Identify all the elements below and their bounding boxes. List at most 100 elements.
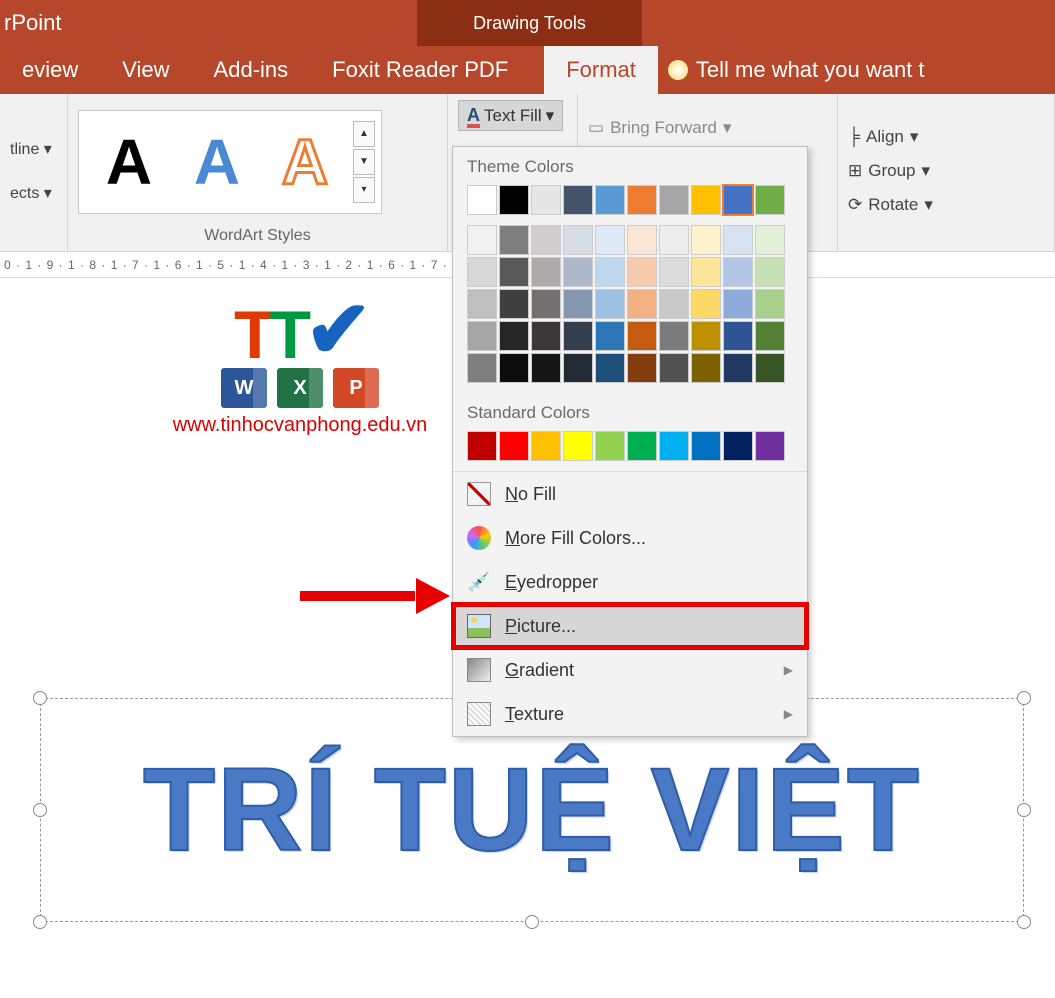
color-swatch[interactable] <box>563 321 593 351</box>
more-fill-colors-item[interactable]: More Fill Colors... <box>453 516 807 560</box>
color-swatch[interactable] <box>627 185 657 215</box>
tab-foxit[interactable]: Foxit Reader PDF <box>310 46 530 94</box>
color-swatch[interactable] <box>627 353 657 383</box>
resize-handle[interactable] <box>525 915 539 929</box>
color-swatch[interactable] <box>467 185 497 215</box>
color-swatch[interactable] <box>691 431 721 461</box>
color-swatch[interactable] <box>691 185 721 215</box>
color-swatch[interactable] <box>595 353 625 383</box>
text-outline-button[interactable]: tline ▾ <box>10 139 70 159</box>
resize-handle[interactable] <box>33 915 47 929</box>
color-swatch[interactable] <box>627 289 657 319</box>
color-swatch[interactable] <box>467 257 497 287</box>
color-swatch[interactable] <box>755 185 785 215</box>
color-swatch[interactable] <box>467 225 497 255</box>
eyedropper-item[interactable]: 💉 Eyedropper <box>453 560 807 604</box>
color-swatch[interactable] <box>531 289 561 319</box>
color-swatch[interactable] <box>627 431 657 461</box>
color-swatch[interactable] <box>723 289 753 319</box>
align-button[interactable]: ╞ Align ▾ <box>848 120 933 154</box>
gradient-fill-item[interactable]: Gradient ▶ <box>453 648 807 692</box>
color-swatch[interactable] <box>531 185 561 215</box>
color-swatch[interactable] <box>467 289 497 319</box>
tab-view[interactable]: View <box>100 46 191 94</box>
color-swatch[interactable] <box>563 289 593 319</box>
color-swatch[interactable] <box>723 257 753 287</box>
color-swatch[interactable] <box>499 289 529 319</box>
wordart-style-3[interactable]: A <box>261 130 349 194</box>
wordart-style-1[interactable]: A <box>85 130 173 194</box>
color-swatch[interactable] <box>755 225 785 255</box>
color-swatch[interactable] <box>659 185 689 215</box>
gallery-down-icon[interactable]: ▼ <box>353 149 375 175</box>
gallery-spinner[interactable]: ▲ ▼ ▾ <box>353 121 375 203</box>
color-swatch[interactable] <box>499 225 529 255</box>
color-swatch[interactable] <box>691 353 721 383</box>
color-swatch[interactable] <box>723 185 753 215</box>
color-swatch[interactable] <box>723 321 753 351</box>
color-swatch[interactable] <box>723 353 753 383</box>
color-swatch[interactable] <box>531 353 561 383</box>
wordart-gallery[interactable]: A A A ▲ ▼ ▾ <box>78 110 382 214</box>
color-swatch[interactable] <box>691 289 721 319</box>
color-swatch[interactable] <box>755 321 785 351</box>
tab-review[interactable]: eview <box>0 46 100 94</box>
color-swatch[interactable] <box>531 431 561 461</box>
color-swatch[interactable] <box>467 321 497 351</box>
tell-me[interactable]: Tell me what you want t <box>658 46 935 94</box>
color-swatch[interactable] <box>755 353 785 383</box>
color-swatch[interactable] <box>499 257 529 287</box>
color-swatch[interactable] <box>595 289 625 319</box>
tab-addins[interactable]: Add-ins <box>192 46 311 94</box>
resize-handle[interactable] <box>1017 915 1031 929</box>
texture-fill-item[interactable]: Texture ▶ <box>453 692 807 736</box>
color-swatch[interactable] <box>595 225 625 255</box>
wordart-style-2[interactable]: A <box>173 130 261 194</box>
color-swatch[interactable] <box>563 257 593 287</box>
color-swatch[interactable] <box>691 321 721 351</box>
resize-handle[interactable] <box>33 803 47 817</box>
gallery-up-icon[interactable]: ▲ <box>353 121 375 147</box>
color-swatch[interactable] <box>499 431 529 461</box>
color-swatch[interactable] <box>659 431 689 461</box>
color-swatch[interactable] <box>755 257 785 287</box>
color-swatch[interactable] <box>467 353 497 383</box>
color-swatch[interactable] <box>499 321 529 351</box>
color-swatch[interactable] <box>595 321 625 351</box>
color-swatch[interactable] <box>595 431 625 461</box>
resize-handle[interactable] <box>33 691 47 705</box>
color-swatch[interactable] <box>659 321 689 351</box>
color-swatch[interactable] <box>595 257 625 287</box>
no-fill-item[interactable]: No Fill <box>453 472 807 516</box>
color-swatch[interactable] <box>755 289 785 319</box>
resize-handle[interactable] <box>1017 803 1031 817</box>
slide-canvas[interactable]: TT✔ W X P www.tinhocvanphong.edu.vn Them… <box>0 278 1055 998</box>
color-swatch[interactable] <box>659 289 689 319</box>
color-swatch[interactable] <box>627 321 657 351</box>
color-swatch[interactable] <box>659 225 689 255</box>
color-swatch[interactable] <box>691 225 721 255</box>
color-swatch[interactable] <box>499 185 529 215</box>
group-button[interactable]: ⊞ Group ▾ <box>848 154 933 188</box>
color-swatch[interactable] <box>563 225 593 255</box>
color-swatch[interactable] <box>755 431 785 461</box>
color-swatch[interactable] <box>627 257 657 287</box>
color-swatch[interactable] <box>723 431 753 461</box>
bring-forward-button[interactable]: ▭ Bring Forward ▾ <box>588 111 731 145</box>
text-fill-button[interactable]: A Text Fill ▾ <box>458 100 563 131</box>
color-swatch[interactable] <box>659 257 689 287</box>
color-swatch[interactable] <box>531 321 561 351</box>
text-effects-button[interactable]: ects ▾ <box>10 183 70 203</box>
picture-fill-item[interactable]: Picture... <box>453 604 807 648</box>
color-swatch[interactable] <box>499 353 529 383</box>
resize-handle[interactable] <box>1017 691 1031 705</box>
color-swatch[interactable] <box>531 225 561 255</box>
color-swatch[interactable] <box>595 185 625 215</box>
color-swatch[interactable] <box>531 257 561 287</box>
color-swatch[interactable] <box>563 431 593 461</box>
color-swatch[interactable] <box>467 431 497 461</box>
color-swatch[interactable] <box>691 257 721 287</box>
color-swatch[interactable] <box>659 353 689 383</box>
gallery-more-icon[interactable]: ▾ <box>353 177 375 203</box>
rotate-button[interactable]: ⟳ Rotate ▾ <box>848 188 933 222</box>
